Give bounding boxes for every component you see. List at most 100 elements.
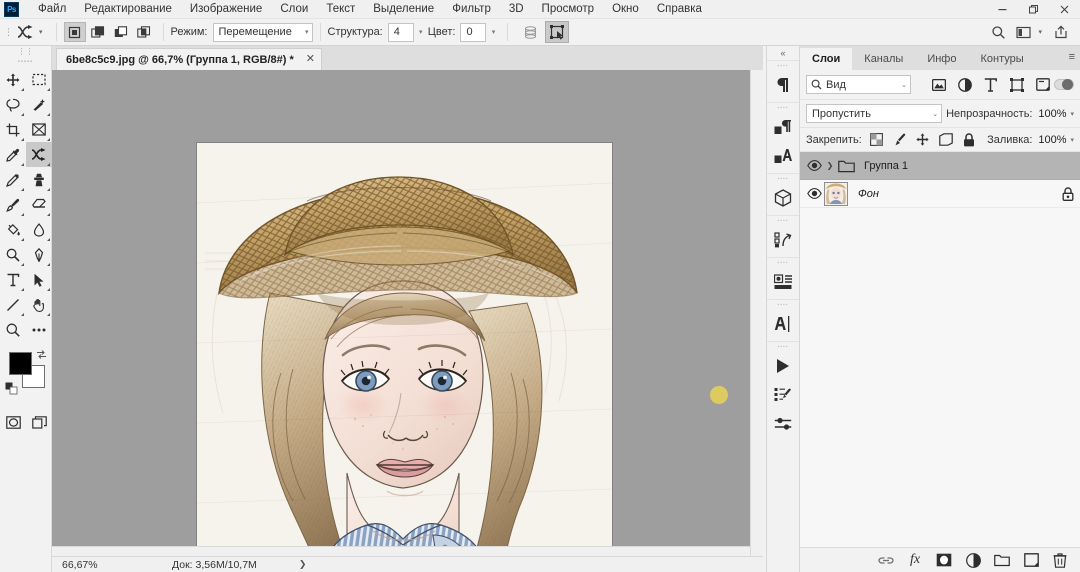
paragraph-panel-icon[interactable] [767,70,799,99]
menu-edit[interactable]: Редактирование [75,0,181,19]
paint-bucket-tool[interactable] [0,217,26,242]
opacity-chevron-down-icon[interactable]: ▾ [1070,110,1074,118]
menu-select[interactable]: Выделение [364,0,443,19]
new-group-icon[interactable] [994,552,1010,568]
menu-3d[interactable]: 3D [500,0,533,19]
zoom-level[interactable]: 66,67% [52,559,114,571]
filter-adjustment-icon[interactable] [957,77,972,93]
clone-stamp-tool[interactable] [26,167,52,192]
lock-all-icon[interactable] [962,132,976,147]
new-adjustment-layer-icon[interactable] [965,552,981,568]
fill-chevron-down-icon[interactable]: ▾ [1070,136,1074,144]
lock-artboard-nesting-icon[interactable] [938,132,953,147]
blend-mode-select[interactable]: Пропустить ⌄ [806,104,943,123]
lock-transparent-pixels-icon[interactable] [870,132,884,147]
tab-channels[interactable]: Каналы [852,48,915,70]
link-layers-icon[interactable] [878,552,894,568]
minimize-button[interactable] [987,0,1018,19]
search-icon[interactable] [985,21,1011,43]
magic-wand-tool[interactable] [26,92,52,117]
menu-help[interactable]: Справка [648,0,711,19]
group-expand-twisty[interactable]: ❯ [824,161,836,170]
eyedropper-tool[interactable] [0,142,26,167]
default-colors-icon[interactable] [5,382,18,398]
blur-tool[interactable] [26,217,52,242]
document-tab[interactable]: 6be8c5c9.jpg @ 66,7% (Группа 1, RGB/8#) … [56,48,322,70]
tab-paths[interactable]: Контуры [968,48,1035,70]
brush-settings-panel-icon[interactable] [767,380,799,409]
collapse-panels-button[interactable]: « [767,46,799,60]
adjustments-panel-icon[interactable] [767,409,799,438]
layer-name[interactable]: Фон [850,188,879,200]
menu-view[interactable]: Просмотр [533,0,604,19]
workspace-chevron-down-icon[interactable]: ▾ [1038,28,1042,36]
structure-input[interactable]: 4 [387,22,414,42]
close-icon[interactable]: ✕ [306,54,315,65]
more-tools-button[interactable] [26,317,52,342]
layer-visibility-toggle[interactable] [804,188,824,199]
quick-mask-toggle[interactable] [0,410,26,434]
layer-visibility-toggle[interactable] [804,160,824,171]
menu-image[interactable]: Изображение [181,0,271,19]
transform-controls-toggle[interactable] [545,21,570,43]
add-layer-mask-icon[interactable] [936,552,952,568]
filter-pixel-icon[interactable] [931,77,946,93]
panel-menu-icon[interactable]: ≡ [1069,51,1075,63]
active-tool-icon[interactable] [12,21,38,43]
close-button[interactable] [1049,0,1080,19]
new-layer-icon[interactable] [1023,552,1039,568]
foreground-color-swatch[interactable] [9,352,32,375]
tab-layers[interactable]: Слои [800,48,853,70]
mode-intersect-selection-button[interactable] [133,22,155,42]
brush-tool[interactable] [0,192,26,217]
fill-value[interactable]: 100% [1036,134,1066,146]
character-styles-panel-icon[interactable] [767,141,799,170]
frame-tool[interactable] [26,117,52,142]
dock-grip[interactable]: ▪▪▪▪ [767,300,799,309]
lasso-tool[interactable] [0,92,26,117]
lock-image-pixels-icon[interactable] [893,132,907,147]
character-panel-icon[interactable] [767,309,799,338]
show-mesh-toggle[interactable] [518,21,542,43]
menu-text[interactable]: Текст [317,0,364,19]
path-selection-tool[interactable] [26,267,52,292]
history-panel-icon[interactable] [767,225,799,254]
type-tool[interactable] [0,267,26,292]
menu-filter[interactable]: Фильтр [443,0,500,19]
workspace-icon[interactable] [1011,21,1037,43]
tab-info[interactable]: Инфо [915,48,968,70]
paragraph-styles-panel-icon[interactable] [767,112,799,141]
filter-shape-icon[interactable] [1009,77,1024,93]
artwork-image[interactable] [197,143,612,556]
canvas[interactable] [52,70,750,556]
share-icon[interactable] [1048,21,1074,43]
toolbar-grip[interactable]: ⋮⋮ [0,46,51,57]
mode-add-to-selection-button[interactable] [87,22,109,42]
rectangular-marquee-tool[interactable] [26,67,52,92]
layer-row-group-1[interactable]: ❯ Группа 1 [800,152,1080,180]
filter-smart-object-icon[interactable] [1035,77,1050,93]
dock-grip[interactable]: ▪▪▪▪ [767,103,799,112]
puppet-warp-tool[interactable] [26,142,52,167]
color-input[interactable]: 0 [460,22,487,42]
line-shape-tool[interactable] [0,292,26,317]
zoom-tool[interactable] [0,317,26,342]
mode-new-selection-button[interactable] [63,22,86,42]
lock-position-icon[interactable] [916,132,930,147]
dock-grip[interactable]: ▪▪▪▪ [767,342,799,351]
menu-layers[interactable]: Слои [271,0,317,19]
canvas-horizontal-scrollbar[interactable] [52,546,750,556]
dodge-tool[interactable] [0,242,26,267]
options-bar-grip[interactable]: ⋮⋮ [0,19,13,46]
swap-colors-icon[interactable] [36,349,47,363]
dock-grip[interactable]: ▪▪▪▪ [767,174,799,183]
move-tool[interactable] [0,67,26,92]
layer-name[interactable]: Группа 1 [856,160,908,172]
layer-row-background[interactable]: Фон [800,180,1080,208]
layer-style-fx-icon[interactable]: fx [907,552,923,568]
pen-tool[interactable] [26,242,52,267]
mode-dropdown[interactable]: Перемещение ▾ [212,22,313,42]
dock-grip[interactable]: ▪▪▪▪ [767,216,799,225]
mode-subtract-from-selection-button[interactable] [110,22,132,42]
delete-layer-icon[interactable] [1052,552,1068,568]
